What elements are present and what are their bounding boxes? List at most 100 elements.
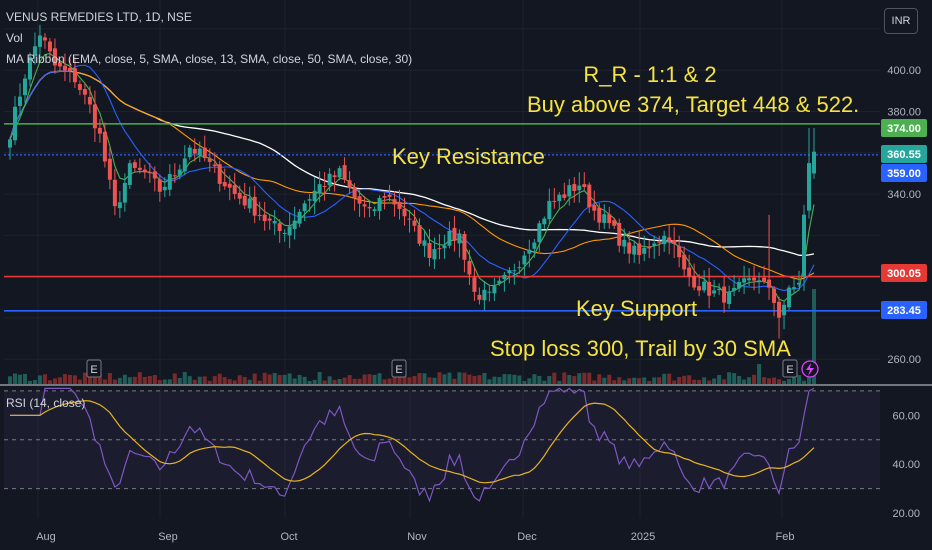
rsi-tick-label: 40.00 [892, 459, 920, 471]
candle-body [532, 242, 537, 249]
candle [592, 190, 597, 221]
candle-body [577, 185, 582, 191]
candle-body [617, 222, 622, 246]
price-chart[interactable]: R_R - 1:1 & 2 Buy above 374, Target 448 &… [0, 0, 932, 550]
candle-body [792, 287, 797, 289]
candle [507, 267, 512, 284]
candle-body [267, 218, 272, 221]
volume-bar [797, 375, 802, 384]
rsi-axis: 20.00 40.00 60.00 [892, 410, 920, 520]
symbol-title: VENUS REMEDIES LTD, 1D, NSE [6, 10, 192, 24]
candle-body [42, 37, 47, 41]
candle [737, 277, 742, 293]
candle-body [207, 158, 212, 162]
candle-body [282, 232, 287, 234]
candle [167, 164, 172, 197]
volume-bar [537, 375, 542, 384]
volume-bar [447, 372, 452, 384]
candle [782, 300, 787, 330]
volume-bar [597, 374, 602, 384]
candle [272, 209, 277, 235]
candle [767, 214, 772, 300]
candle-body [602, 214, 607, 223]
volume-bar [162, 379, 167, 384]
candle [562, 182, 567, 201]
volume-bar [682, 375, 687, 384]
candle-body [357, 196, 362, 204]
candle [532, 238, 537, 258]
volume-bar [102, 379, 107, 384]
candle-body [77, 84, 82, 90]
candle [567, 179, 572, 206]
candle-body [477, 294, 482, 300]
candle-body [172, 175, 177, 177]
candle-body [417, 225, 422, 244]
volume-bar [562, 372, 567, 384]
candle-body [187, 147, 192, 158]
volume-bar [517, 375, 522, 384]
candle [757, 272, 762, 294]
price-badge: 360.55 [881, 145, 927, 163]
volume-bar [77, 379, 82, 384]
currency-button[interactable]: INR [884, 8, 918, 34]
volume-bar [337, 379, 342, 384]
candle [752, 265, 757, 291]
volume-bar [297, 374, 302, 384]
candle [87, 86, 92, 114]
volume-bar [667, 373, 672, 384]
candle-body [562, 194, 567, 198]
volume-bar [82, 372, 87, 384]
earnings-event-marker: E [782, 359, 798, 378]
rsi-pane [4, 387, 880, 503]
time-tick-label: Aug [36, 531, 56, 543]
candle-body [752, 277, 757, 281]
candle-body [647, 246, 652, 249]
earnings-event-marker: E [391, 359, 407, 378]
volume-bar [222, 377, 227, 384]
candle-body [482, 289, 487, 301]
candle [292, 206, 297, 240]
candle-body [157, 179, 162, 192]
candle-body [217, 164, 222, 184]
volume-bar [302, 376, 307, 384]
candle-body [407, 218, 412, 220]
volume-bar [397, 377, 402, 384]
volume-bar [482, 372, 487, 384]
candle [447, 221, 452, 249]
candle-body [317, 184, 322, 194]
price-badge: 283.45 [881, 301, 927, 319]
lightning-icon [801, 360, 819, 378]
candle-body [87, 96, 92, 105]
candle [12, 96, 17, 145]
volume-bar [197, 376, 202, 384]
candle-body [427, 242, 432, 258]
volume-bar [637, 378, 642, 384]
candle-body [402, 208, 407, 217]
event-marker-label: E [90, 364, 97, 376]
candle-body [527, 249, 532, 254]
price-tick-label: 260.00 [887, 354, 921, 366]
volume-bar [472, 375, 477, 384]
volume-bar [217, 373, 222, 384]
volume-bar [212, 376, 217, 384]
candle-body [772, 288, 777, 303]
volume-bar [672, 380, 677, 384]
volume-bar [572, 376, 577, 384]
volume-bar [292, 378, 297, 384]
candle-body [287, 226, 292, 236]
candle-body [262, 214, 267, 222]
candle-body [102, 131, 107, 162]
volume-bar [307, 380, 312, 384]
candle-body [182, 158, 187, 172]
candle-body [442, 245, 447, 249]
candle [182, 145, 187, 176]
candle-body [37, 35, 42, 47]
candle [557, 192, 562, 209]
candle-body [97, 127, 102, 134]
volume-bar [602, 377, 607, 384]
stop-loss-annotation: Stop loss 300, Trail by 30 SMA [490, 336, 791, 361]
candle-body [137, 167, 142, 170]
volume-bar [62, 374, 67, 384]
candle [367, 202, 372, 218]
candle [412, 209, 417, 232]
